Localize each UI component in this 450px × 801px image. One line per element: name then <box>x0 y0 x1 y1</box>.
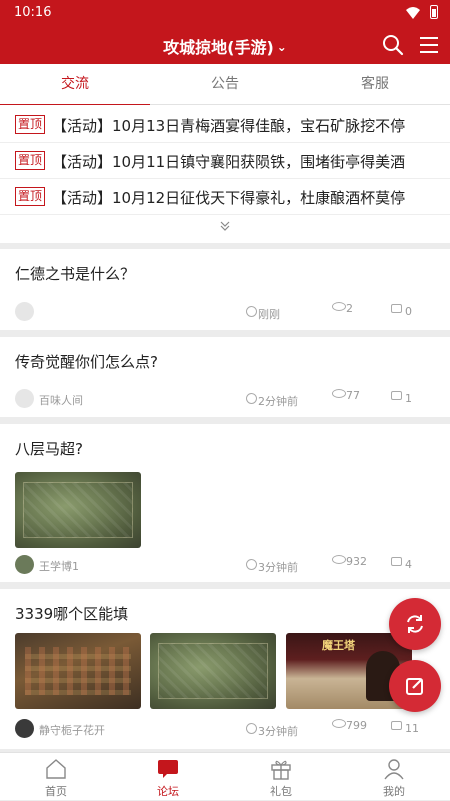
eye-icon <box>332 389 346 398</box>
nav-home[interactable]: 首页 <box>0 753 112 801</box>
view-count: 932 <box>346 555 367 568</box>
post-meta: 王学博1 3分钟前 932 4 <box>0 555 450 575</box>
compose-button[interactable] <box>389 660 441 712</box>
view-count: 2 <box>346 302 353 315</box>
post-time: 2分钟前 <box>258 395 298 408</box>
view-count: 799 <box>346 719 367 732</box>
avatar[interactable] <box>15 719 34 738</box>
post-time: 刚刚 <box>258 308 280 321</box>
clock-icon <box>246 393 257 404</box>
comment-count: 0 <box>405 305 412 318</box>
post-card[interactable]: 仁德之书是什么？ 刚刚 2 0 <box>0 249 450 330</box>
post-image[interactable] <box>15 472 141 548</box>
tab-label: 公告 <box>211 76 239 92</box>
comment-icon <box>391 304 402 313</box>
avatar[interactable] <box>15 389 34 408</box>
status-bar: 10:16 <box>0 0 450 26</box>
pinned-title: 【活动】10月11日镇守襄阳获陨铁，围堵街亭得美酒 <box>52 153 406 171</box>
view-count: 77 <box>346 389 360 402</box>
bottom-nav: 首页 论坛 礼包 我的 <box>0 752 450 800</box>
refresh-icon <box>407 615 423 633</box>
refresh-button[interactable] <box>389 598 441 650</box>
post-author[interactable]: 王学博1 <box>39 558 79 574</box>
tab-announcement[interactable]: 公告 <box>150 64 300 105</box>
post-card[interactable]: 3339哪个区能填 魔王塔 静守栀子花开 3分钟前 799 11 <box>0 589 450 749</box>
post-title: 传奇觉醒你们怎么点? <box>15 353 158 371</box>
pinned-badge: 置顶 <box>15 151 45 170</box>
home-icon <box>46 759 66 779</box>
pinned-item[interactable]: 置顶 【活动】10月11日镇守襄阳获陨铁，围堵街亭得美酒 <box>0 143 450 179</box>
nav-label: 论坛 <box>157 785 179 798</box>
status-time: 10:16 <box>14 5 52 20</box>
post-title: 3339哪个区能填 <box>15 605 129 623</box>
tab-customer-service[interactable]: 客服 <box>300 64 450 105</box>
pinned-list: 置顶 【活动】10月13日青梅酒宴得佳酿，宝石矿脉挖不停 置顶 【活动】10月1… <box>0 105 450 243</box>
post-title: 仁德之书是什么？ <box>15 265 136 283</box>
pinned-title: 【活动】10月12日征伐天下得豪礼，杜康酿酒杯莫停 <box>52 189 406 207</box>
post-card[interactable]: 传奇觉醒你们怎么点? 百味人间 2分钟前 77 1 <box>0 337 450 417</box>
app-bar: 攻城掠地(手游) ⌄ <box>0 26 450 64</box>
search-icon[interactable] <box>382 34 404 56</box>
post-meta: 静守栀子花开 3分钟前 799 11 <box>0 719 450 739</box>
wifi-icon <box>406 7 420 19</box>
post-image[interactable] <box>150 633 276 709</box>
pinned-item[interactable]: 置顶 【活动】10月12日征伐天下得豪礼，杜康酿酒杯莫停 <box>0 179 450 215</box>
post-author[interactable]: 静守栀子花开 <box>39 722 105 738</box>
pinned-item[interactable]: 置顶 【活动】10月13日青梅酒宴得佳酿，宝石矿脉挖不停 <box>0 107 450 143</box>
tab-label: 客服 <box>361 76 389 92</box>
pinned-title: 【活动】10月13日青梅酒宴得佳酿，宝石矿脉挖不停 <box>52 117 406 135</box>
pinned-badge: 置顶 <box>15 115 45 134</box>
eye-icon <box>332 719 346 728</box>
post-meta: 刚刚 2 0 <box>0 302 450 322</box>
nav-gifts[interactable]: 礼包 <box>225 753 337 801</box>
pinned-badge: 置顶 <box>15 187 45 206</box>
comment-count: 11 <box>405 722 419 735</box>
eye-icon <box>332 302 346 311</box>
post-image[interactable] <box>15 633 141 709</box>
clock-icon <box>246 306 257 317</box>
post-time: 3分钟前 <box>258 725 298 738</box>
edit-icon <box>406 678 423 695</box>
post-card[interactable]: 八层马超? 王学博1 3分钟前 932 4 <box>0 424 450 582</box>
nav-forum[interactable]: 论坛 <box>112 753 224 801</box>
post-time: 3分钟前 <box>258 561 298 574</box>
nav-label: 首页 <box>45 785 67 798</box>
tab-label: 交流 <box>61 76 89 92</box>
eye-icon <box>332 555 346 564</box>
gift-icon <box>271 760 291 780</box>
comment-icon <box>391 721 402 730</box>
forum-title: 攻城掠地(手游) <box>163 38 274 57</box>
nav-label: 我的 <box>383 785 405 798</box>
battery-icon <box>430 5 438 19</box>
chevron-down-icon: ⌄ <box>276 40 287 54</box>
post-meta: 百味人间 2分钟前 77 1 <box>0 389 450 409</box>
clock-icon <box>246 723 257 734</box>
avatar[interactable] <box>15 555 34 574</box>
clock-icon <box>246 559 257 570</box>
tab-bar: 交流 公告 客服 <box>0 64 450 106</box>
post-title: 八层马超? <box>15 440 83 458</box>
nav-label: 礼包 <box>270 785 292 798</box>
avatar[interactable] <box>15 302 34 321</box>
expand-chevron-icon[interactable] <box>218 219 232 233</box>
forum-chat-icon <box>158 760 178 778</box>
image-caption: 魔王塔 <box>322 639 355 652</box>
comment-icon <box>391 557 402 566</box>
comment-icon <box>391 391 402 400</box>
user-icon <box>384 759 404 780</box>
comment-count: 4 <box>405 558 412 571</box>
comment-count: 1 <box>405 392 412 405</box>
tab-exchange[interactable]: 交流 <box>0 64 150 106</box>
menu-icon[interactable] <box>420 37 438 53</box>
nav-profile[interactable]: 我的 <box>338 753 450 801</box>
post-author[interactable]: 百味人间 <box>39 392 83 408</box>
